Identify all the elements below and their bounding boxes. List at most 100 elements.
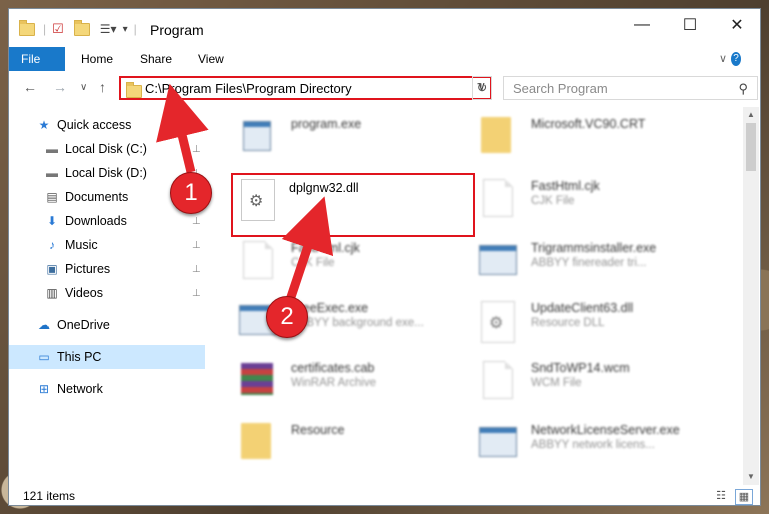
sidebar-item-label: Music: [65, 238, 98, 252]
up-button[interactable]: ↑: [99, 79, 106, 95]
computer-icon: ▭: [38, 350, 50, 364]
back-button[interactable]: ←: [23, 79, 37, 95]
exe-file-icon: [477, 419, 517, 465]
pictures-icon: ▣: [46, 262, 58, 276]
file-item[interactable]: program.exe: [237, 113, 467, 163]
file-name: Trigrammsinstaller.exe: [531, 241, 657, 255]
file-item[interactable]: ⚙ UpdateClient63.dll Resource DLL: [477, 297, 707, 347]
star-icon: ★: [38, 118, 50, 132]
sidebar-item-label: Videos: [65, 286, 103, 300]
file-item[interactable]: NetworkLicenseServer.exe ABBYY network l…: [477, 419, 707, 469]
folder-icon: [126, 82, 142, 98]
sidebar-item-videos[interactable]: ▥ Videos ⊥: [9, 281, 205, 305]
file-type: CJK File: [291, 257, 335, 269]
sidebar-item-label: Local Disk (C:): [65, 142, 147, 156]
address-bar[interactable]: C:\Program Files\Program Directory ∨: [119, 76, 492, 100]
exe-file-icon: [237, 113, 277, 159]
file-name: FastHtml.cjk: [291, 241, 360, 255]
search-input[interactable]: Search Program: [513, 81, 608, 96]
network-icon: ⊞: [38, 382, 50, 396]
maximize-button[interactable]: ☐: [667, 9, 713, 41]
dll-file-icon: ⚙: [477, 297, 517, 343]
file-item[interactable]: FastHtml.cjk CJK File: [237, 237, 467, 287]
window-title: Program: [150, 22, 204, 38]
file-type: WCM File: [531, 377, 582, 389]
details-view-icon[interactable]: ☷: [713, 489, 729, 503]
vertical-scrollbar[interactable]: ▲ ▼: [743, 107, 759, 485]
file-item[interactable]: certificates.cab WinRAR Archive: [237, 357, 467, 407]
folder-icon: [237, 419, 277, 465]
music-icon: ♪: [49, 238, 55, 252]
document-icon: [237, 237, 277, 283]
callout-step-1: 1: [170, 172, 212, 214]
pin-icon: ⊥: [192, 263, 201, 275]
explorer-window: | ☑ ☰▾ ▾ | Program — ☐ ✕ File Home Share…: [8, 8, 761, 506]
toolbar-divider: |: [133, 22, 137, 36]
file-item[interactable]: Microsoft.VC90.CRT: [477, 113, 707, 163]
forward-button[interactable]: →: [53, 79, 67, 95]
search-box[interactable]: Search Program ⚲: [503, 76, 758, 100]
address-path[interactable]: C:\Program Files\Program Directory: [145, 81, 352, 96]
file-item[interactable]: FastHtml.cjk CJK File: [477, 175, 707, 225]
scroll-thumb[interactable]: [746, 123, 756, 171]
sidebar-item-label: OneDrive: [57, 318, 110, 332]
dropdown-icon[interactable]: ▾: [123, 24, 128, 35]
help-icon[interactable]: ?: [731, 52, 741, 66]
search-icon[interactable]: ⚲: [738, 81, 748, 97]
document-icon: [477, 175, 517, 221]
tab-share[interactable]: Share: [130, 47, 182, 71]
recent-locations-button[interactable]: ∨: [80, 82, 87, 93]
sidebar-item-pictures[interactable]: ▣ Pictures ⊥: [9, 257, 205, 281]
pin-icon: ⊥: [192, 143, 201, 155]
tab-home[interactable]: Home: [71, 47, 123, 71]
sidebar-item-label: Local Disk (D:): [65, 166, 147, 180]
file-item[interactable]: Resource: [237, 419, 467, 469]
folder-icon: [19, 19, 35, 36]
sidebar-item-label: Quick access: [57, 118, 132, 132]
sidebar-item-local-disk-c[interactable]: ▬ Local Disk (C:) ⊥: [9, 137, 205, 161]
large-icons-view-icon[interactable]: ▦: [735, 489, 753, 505]
file-type: ABBYY network licens...: [531, 439, 655, 451]
sidebar-item-network[interactable]: ⊞ Network: [9, 377, 205, 401]
sidebar-item-downloads[interactable]: ⬇ Downloads ⊥: [9, 209, 205, 233]
file-name: SndToWP14.wcm: [531, 361, 630, 375]
close-button[interactable]: ✕: [714, 9, 760, 41]
cloud-icon: ☁: [38, 318, 50, 332]
refresh-button[interactable]: ↻: [472, 76, 492, 100]
pin-icon: ⊥: [192, 287, 201, 299]
sidebar-item-onedrive[interactable]: ☁ OneDrive: [9, 313, 205, 337]
scroll-down-icon[interactable]: ▼: [743, 469, 759, 485]
customize-icon[interactable]: ☰▾: [100, 22, 117, 36]
file-type: WinRAR Archive: [291, 377, 376, 389]
file-name: NetworkLicenseServer.exe: [531, 423, 680, 437]
tab-file[interactable]: File: [9, 47, 65, 71]
sidebar-item-label: This PC: [57, 350, 102, 364]
pin-icon: ⊥: [192, 239, 201, 251]
file-type: ABBYY background exe...: [291, 317, 424, 329]
file-name: Resource: [291, 423, 345, 437]
exe-file-icon: [477, 237, 517, 283]
documents-icon: ▤: [46, 190, 58, 204]
file-item[interactable]: Trigrammsinstaller.exe ABBYY finereader …: [477, 237, 707, 287]
title-bar: | ☑ ☰▾ ▾ | Program — ☐ ✕: [9, 9, 760, 49]
pin-icon: ⊥: [192, 215, 201, 227]
sidebar-item-this-pc[interactable]: ▭ This PC: [9, 345, 205, 369]
minimize-button[interactable]: —: [619, 9, 665, 41]
tab-view[interactable]: View: [188, 47, 234, 71]
file-type: ABBYY finereader tri...: [531, 257, 647, 269]
navigation-bar: ← → ∨ ↑ C:\Program Files\Program Directo…: [9, 71, 760, 103]
file-type: CJK File: [531, 195, 575, 207]
new-folder-icon[interactable]: [73, 19, 90, 36]
callout-step-2: 2: [266, 296, 308, 338]
toolbar-divider: |: [43, 22, 47, 36]
quick-access-toolbar: | ☑ ☰▾ ▾ |: [19, 19, 137, 37]
file-name: UpdateClient63.dll: [531, 301, 634, 315]
file-item[interactable]: SndToWP14.wcm WCM File: [477, 357, 707, 407]
archive-icon: [237, 357, 277, 403]
file-type: Resource DLL: [531, 317, 605, 329]
properties-icon[interactable]: ☑: [52, 21, 64, 37]
scroll-up-icon[interactable]: ▲: [743, 107, 759, 123]
sidebar-item-quick-access[interactable]: ★ Quick access: [9, 113, 205, 137]
disk-icon: ▬: [46, 142, 58, 156]
sidebar-item-music[interactable]: ♪ Music ⊥: [9, 233, 205, 257]
